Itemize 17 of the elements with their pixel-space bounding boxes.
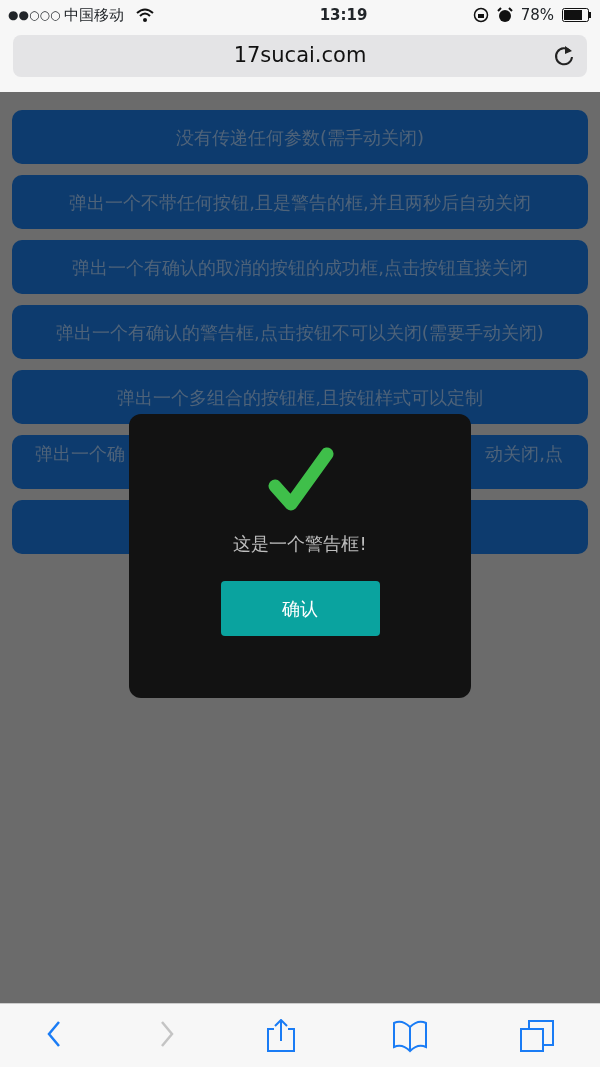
dialog-message: 这是一个警告框! bbox=[233, 532, 367, 556]
clock-time: 13:19 bbox=[319, 4, 368, 26]
button-text: 动关闭,点 bbox=[485, 443, 563, 464]
alarm-icon bbox=[496, 7, 513, 23]
reload-icon[interactable] bbox=[553, 45, 575, 67]
tabs-icon[interactable] bbox=[518, 1018, 555, 1053]
battery-icon bbox=[562, 8, 592, 22]
address-bar[interactable]: 17sucai.com bbox=[13, 35, 587, 77]
battery-percent: 78% bbox=[520, 4, 554, 26]
demo-button[interactable]: 没有传递任何参数(需手动关闭) bbox=[12, 110, 588, 164]
wifi-icon bbox=[136, 8, 155, 22]
book-icon[interactable] bbox=[392, 1018, 429, 1053]
url-text: 17sucai.com bbox=[233, 42, 367, 70]
confirm-button[interactable]: 确认 bbox=[220, 581, 380, 636]
rotation-lock-icon bbox=[472, 7, 489, 23]
carrier-name: 中国移动 bbox=[64, 4, 125, 26]
signal-strength: ●●○○○ bbox=[8, 7, 61, 24]
